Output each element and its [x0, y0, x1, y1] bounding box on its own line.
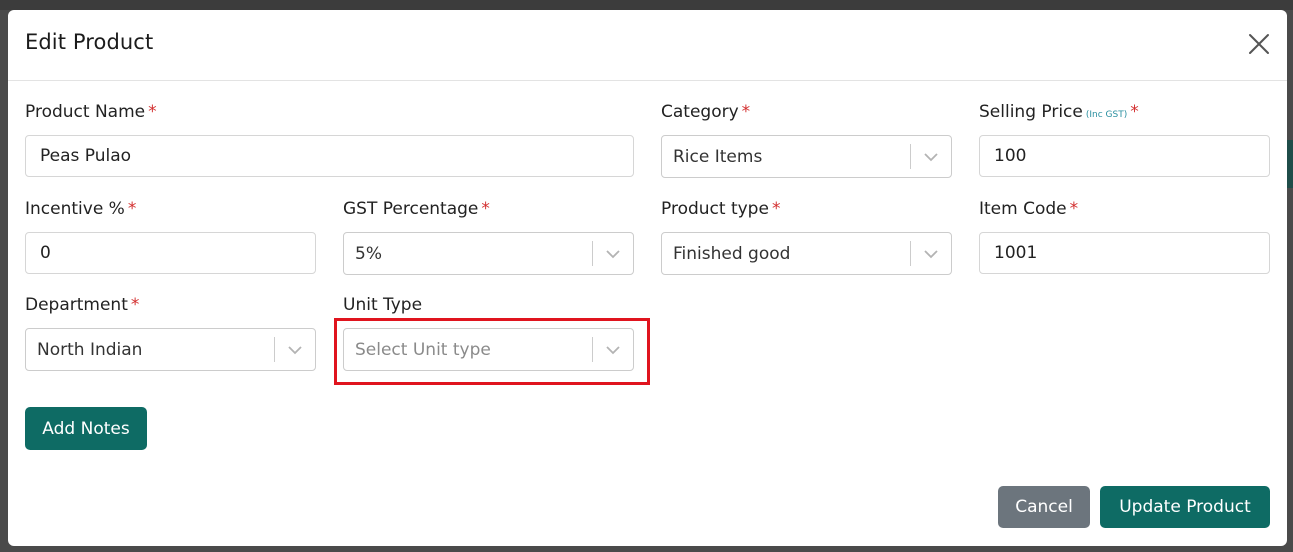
select-separator [592, 337, 593, 362]
edit-product-modal: Edit Product Product Name* Category* Ric… [8, 10, 1287, 546]
category-label-text: Category [661, 102, 739, 122]
incentive-input[interactable] [25, 232, 316, 274]
add-notes-button[interactable]: Add Notes [25, 407, 147, 450]
cancel-button[interactable]: Cancel [998, 486, 1090, 528]
selling-price-label: Selling Price (Inc GST) * [979, 102, 1139, 122]
department-select[interactable]: North Indian [25, 328, 316, 371]
update-product-button[interactable]: Update Product [1100, 486, 1270, 528]
item-code-input[interactable] [979, 232, 1270, 274]
required-marker: * [127, 199, 137, 219]
selling-price-label-text: Selling Price [979, 102, 1083, 122]
selling-price-input[interactable] [979, 135, 1270, 177]
select-separator [592, 241, 593, 266]
product-type-label-text: Product type [661, 199, 769, 219]
department-label-text: Department [25, 295, 128, 315]
chevron-down-icon [606, 346, 620, 355]
product-type-select-value: Finished good [673, 244, 791, 264]
unit-type-label-text: Unit Type [343, 295, 423, 315]
page-backdrop [0, 0, 1293, 10]
required-marker: * [148, 102, 157, 122]
chevron-down-icon [606, 250, 620, 259]
gst-percentage-label-text: GST Percentage [343, 199, 479, 219]
item-code-label-text: Item Code [979, 199, 1067, 219]
gst-percentage-select[interactable]: 5% [343, 232, 634, 275]
incentive-label: Incentive % * [25, 199, 136, 219]
department-label: Department * [25, 295, 139, 315]
modal-title: Edit Product [25, 30, 154, 54]
gst-percentage-select-value: 5% [355, 244, 382, 264]
category-label: Category * [661, 102, 750, 122]
required-marker: * [771, 199, 781, 219]
incentive-label-text: Incentive % [25, 199, 125, 219]
chevron-down-icon [288, 346, 302, 355]
unit-type-select-placeholder: Select Unit type [355, 340, 491, 360]
select-separator [274, 337, 275, 362]
category-select[interactable]: Rice Items [661, 135, 952, 178]
select-separator [910, 241, 911, 266]
unit-type-label: Unit Type [343, 295, 422, 315]
required-marker: * [741, 102, 751, 122]
gst-percentage-label: GST Percentage * [343, 199, 490, 219]
required-marker: * [1069, 199, 1079, 219]
close-button[interactable] [1247, 32, 1271, 56]
product-type-select[interactable]: Finished good [661, 232, 952, 275]
product-name-input[interactable] [25, 135, 634, 177]
inc-gst-note: (Inc GST) [1085, 110, 1128, 120]
chevron-down-icon [924, 250, 938, 259]
product-name-label-text: Product Name [25, 102, 146, 122]
item-code-label: Item Code * [979, 199, 1078, 219]
close-icon [1249, 34, 1269, 54]
required-marker: * [130, 295, 140, 315]
category-select-value: Rice Items [673, 147, 763, 167]
unit-type-select[interactable]: Select Unit type [343, 328, 634, 371]
product-name-label: Product Name * [25, 102, 157, 122]
department-select-value: North Indian [37, 340, 143, 360]
product-type-label: Product type * [661, 199, 780, 219]
select-separator [910, 144, 911, 169]
required-marker: * [1130, 102, 1139, 122]
chevron-down-icon [924, 153, 938, 162]
modal-header: Edit Product [8, 10, 1287, 81]
required-marker: * [481, 199, 490, 219]
